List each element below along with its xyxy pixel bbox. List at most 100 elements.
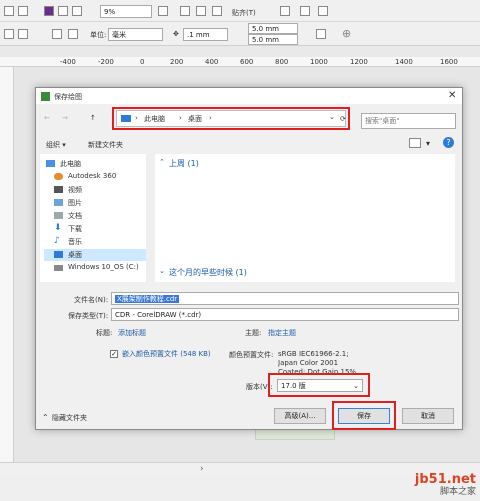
coreldraw-icon	[41, 92, 50, 101]
nudge-icon: ✥	[173, 30, 179, 38]
dialog-titlebar: 保存绘图 ✕	[36, 88, 462, 104]
file-list-scrollbar[interactable]	[455, 154, 462, 282]
cancel-button[interactable]: 取消	[402, 408, 454, 424]
nav-item-label: 图片	[68, 199, 82, 207]
color-profile-line: Japan Color 2001	[278, 359, 339, 367]
ruler-tick: 1600	[440, 58, 458, 66]
subject-value[interactable]: 指定主题	[268, 328, 296, 338]
filename-value: X展架制作教程.cdr	[115, 295, 180, 303]
refresh-icon[interactable]: ⟳	[340, 115, 346, 123]
chevron-down-icon[interactable]: ▾	[426, 139, 430, 148]
ruler-tick: 1000	[310, 58, 328, 66]
full-screen-icon[interactable]	[180, 6, 190, 16]
color-profile-label: 颜色预置文件:	[229, 351, 274, 359]
dialog-title: 保存绘图	[54, 93, 82, 101]
chevron-up-icon[interactable]: ⌃	[159, 158, 165, 166]
watermark: jb51.net 脚本之家	[415, 473, 476, 499]
chevron-right-icon[interactable]: ›	[200, 464, 204, 474]
zoom-select[interactable]: 9%	[100, 5, 152, 18]
cloud-icon	[54, 173, 63, 180]
snap-menu[interactable]: 贴齐(T)	[232, 8, 256, 18]
nav-item-label: 此电脑	[60, 160, 81, 168]
ruler-tick: 400	[205, 58, 219, 66]
help-icon[interactable]: ?	[443, 137, 454, 148]
back-icon[interactable]: ←	[44, 114, 50, 122]
ruler-tick: -400	[60, 58, 76, 66]
settings-icon[interactable]	[318, 6, 328, 16]
file-list[interactable]: ⌃ 上周 (1) ⌄ 这个月的早些时候 (1)	[155, 154, 455, 282]
current-page-icon[interactable]	[68, 29, 78, 39]
close-icon[interactable]: ✕	[448, 90, 456, 101]
ruler-tick: -200	[98, 58, 114, 66]
nav-item-drive-c[interactable]: Windows 10_OS (C:)	[54, 262, 154, 274]
corel-icon[interactable]	[44, 6, 54, 16]
group-header[interactable]: 这个月的早些时候 (1)	[169, 267, 247, 278]
grid-icon[interactable]	[196, 6, 206, 16]
navigation-pane: 此电脑 Autodesk 360 视频 图片 文档 ⬇ 下载 ♪ 音乐 桌面 W…	[40, 154, 154, 282]
filetype-label: 保存类型(T):	[68, 312, 109, 320]
organize-menu[interactable]: 组织 ▾	[46, 140, 66, 150]
horizontal-scrollbar[interactable]: ›	[0, 462, 480, 476]
version-highlight	[268, 373, 370, 397]
open-icon[interactable]	[18, 6, 28, 16]
duplicate-y-input[interactable]: 5.0 mm	[248, 34, 298, 45]
forward-icon[interactable]: →	[62, 114, 68, 122]
nav-item-music[interactable]: ♪ 音乐	[54, 236, 154, 248]
unit-select[interactable]: 毫米	[108, 28, 163, 41]
document-icon	[54, 212, 63, 219]
options-icon[interactable]	[280, 6, 290, 16]
watermark-site: 脚本之家	[439, 487, 476, 497]
nav-item-pictures[interactable]: 图片	[54, 197, 154, 209]
tags-value[interactable]: 添加标题	[118, 328, 146, 338]
download-icon: ⬇	[54, 223, 62, 233]
redo-icon[interactable]	[72, 6, 82, 16]
nav-item-label: 下载	[68, 225, 82, 233]
main-toolbar: 9% 贴齐(T)	[0, 0, 480, 22]
drive-icon	[54, 265, 63, 271]
chevron-up-icon[interactable]: ⌃	[42, 413, 49, 422]
nav-item-autodesk[interactable]: Autodesk 360	[54, 171, 154, 183]
hide-folders-button[interactable]: 隐藏文件夹	[52, 413, 87, 423]
nudge-input[interactable]: .1 mm	[183, 28, 228, 41]
page-border-icon[interactable]	[316, 29, 326, 39]
duplicate-x-input[interactable]: 5.0 mm	[248, 23, 298, 34]
nav-item-documents[interactable]: 文档	[54, 210, 154, 222]
add-icon[interactable]: ⊕	[342, 27, 351, 40]
nav-scrollbar[interactable]	[146, 154, 154, 282]
landscape-icon[interactable]	[18, 29, 28, 39]
ruler-tick: 1400	[395, 58, 413, 66]
embed-checkbox[interactable]: ✓	[110, 350, 118, 358]
up-icon[interactable]: ↑	[90, 114, 96, 122]
status-bar	[0, 476, 480, 501]
group-header[interactable]: 上周 (1)	[169, 158, 199, 169]
page-layout-icon[interactable]	[52, 29, 62, 39]
advanced-button[interactable]: 高级(A)...	[274, 408, 326, 424]
chevron-down-icon[interactable]: ⌄	[159, 267, 165, 275]
video-icon	[54, 186, 63, 193]
nav-item-this-pc[interactable]: 此电脑	[46, 158, 146, 170]
filetype-select[interactable]: CDR - CorelDRAW (*.cdr)	[111, 308, 459, 321]
filename-field[interactable]: X展架制作教程.cdr	[111, 292, 459, 305]
color-profile-line: sRGB IEC61966-2.1;	[278, 350, 349, 358]
nav-item-label: 视频	[68, 186, 82, 194]
portrait-icon[interactable]	[4, 29, 14, 39]
search-input[interactable]: 搜索"桌面"	[361, 113, 456, 129]
horizontal-ruler: -400 -200 0 200 400 600 800 1000 1200 14…	[0, 57, 480, 67]
nav-item-downloads[interactable]: ⬇ 下载	[54, 223, 154, 235]
filename-label: 文件名(N):	[74, 296, 109, 304]
nav-item-label: Windows 10_OS (C:)	[68, 263, 139, 271]
undo-icon[interactable]	[58, 6, 68, 16]
nav-item-desktop[interactable]: 桌面	[44, 249, 150, 261]
view-options-icon[interactable]	[409, 138, 421, 148]
new-folder-button[interactable]: 新建文件夹	[88, 140, 123, 150]
launch-icon[interactable]	[300, 6, 310, 16]
zoom-icon[interactable]	[158, 6, 168, 16]
subject-label: 主题:	[245, 329, 262, 337]
save-highlight	[332, 401, 396, 430]
tags-label: 标题:	[96, 329, 113, 337]
unit-label: 单位:	[90, 31, 107, 39]
nav-item-videos[interactable]: 视频	[54, 184, 154, 196]
guide-icon[interactable]	[212, 6, 222, 16]
new-icon[interactable]	[4, 6, 14, 16]
vertical-ruler	[0, 67, 14, 501]
